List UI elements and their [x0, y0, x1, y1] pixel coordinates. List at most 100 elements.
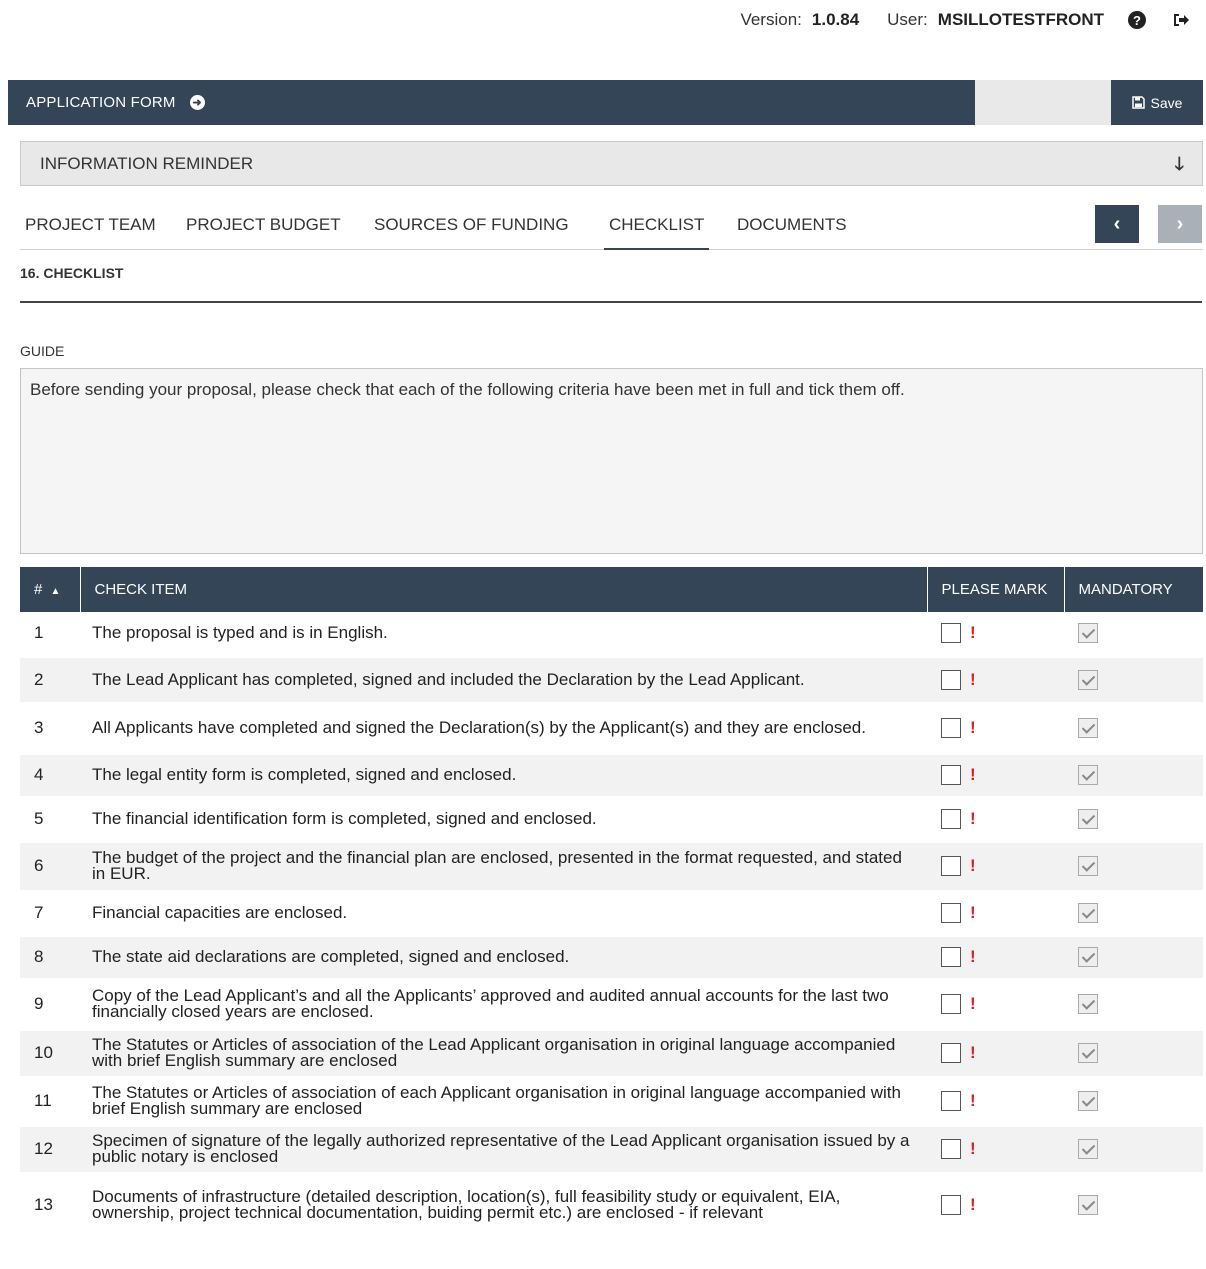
sort-ascending-icon: ▲	[50, 586, 61, 597]
table-row: 1 The proposal is typed and is in English…	[20, 612, 1203, 658]
tab-project-budget[interactable]: PROJECT BUDGET	[181, 205, 346, 248]
check-item-text: The Lead Applicant has completed, signed…	[80, 656, 927, 705]
row-number: 4	[20, 753, 80, 799]
please-mark-checkbox[interactable]	[941, 856, 961, 876]
mandatory-checkbox	[1078, 994, 1098, 1014]
please-mark-checkbox[interactable]	[941, 1043, 961, 1063]
save-label: Save	[1150, 94, 1183, 111]
check-item-text: The legal entity form is completed, sign…	[80, 753, 927, 799]
please-mark-checkbox[interactable]	[941, 765, 961, 785]
mandatory-cell	[1064, 1029, 1203, 1079]
mandatory-cell	[1064, 935, 1203, 981]
mandatory-checkbox	[1078, 1043, 1098, 1063]
please-mark-checkbox[interactable]	[941, 718, 961, 738]
chevron-right-icon[interactable]: ›	[1158, 205, 1202, 243]
help-icon[interactable]: ?	[1126, 9, 1148, 31]
required-indicator-icon: !	[970, 765, 976, 784]
please-mark-checkbox[interactable]	[941, 809, 961, 829]
check-item-text: Copy of the Lead Applicant’s and all the…	[80, 979, 927, 1031]
mandatory-cell	[1064, 841, 1203, 893]
please-mark-cell: !	[927, 797, 1064, 843]
arrow-right-circle-icon: ➜	[189, 95, 205, 110]
check-item-text: All Applicants have completed and signed…	[80, 703, 927, 755]
table-row: 10 The Statutes or Articles of associatio…	[20, 1029, 1203, 1079]
application-form-title: APPLICATION FORM	[26, 94, 176, 111]
row-number: 13	[20, 1173, 80, 1239]
row-number: 12	[20, 1125, 80, 1175]
mandatory-checkbox	[1078, 1139, 1098, 1159]
please-mark-checkbox[interactable]	[941, 623, 961, 644]
please-mark-cell: !	[927, 1173, 1064, 1239]
mandatory-checkbox	[1078, 623, 1098, 644]
table-row: 12 Specimen of signature of the legally a…	[20, 1125, 1203, 1175]
section-title: 16. CHECKLIST	[20, 265, 124, 281]
table-row: 9 Copy of the Lead Applicant’s and all th…	[20, 979, 1203, 1031]
table-row: 3 All Applicants have completed and signe…	[20, 703, 1203, 755]
please-mark-checkbox[interactable]	[941, 1139, 961, 1159]
logout-icon[interactable]	[1170, 9, 1192, 31]
chevron-left-icon[interactable]: ‹	[1095, 205, 1139, 243]
check-item-text: Documents of infrastructure (detailed de…	[80, 1173, 927, 1239]
mandatory-checkbox	[1078, 669, 1098, 690]
check-item-text: The proposal is typed and is in English.	[80, 612, 927, 658]
section-divider	[20, 301, 1202, 303]
please-mark-cell: !	[927, 891, 1064, 937]
application-form-header[interactable]: APPLICATION FORM ➜	[8, 80, 975, 125]
required-indicator-icon: !	[970, 903, 976, 922]
please-mark-checkbox[interactable]	[941, 1091, 961, 1111]
mandatory-checkbox	[1078, 809, 1098, 829]
please-mark-checkbox[interactable]	[941, 947, 961, 967]
tab-project-team[interactable]: PROJECT TEAM	[20, 205, 161, 248]
required-indicator-icon: !	[970, 718, 976, 737]
user-label: User:	[887, 10, 928, 29]
required-indicator-icon: !	[970, 1139, 976, 1158]
required-indicator-icon: !	[970, 1043, 976, 1062]
required-indicator-icon: !	[970, 947, 976, 966]
please-mark-cell: !	[927, 703, 1064, 755]
column-header-check-item[interactable]: CHECK ITEM	[80, 567, 928, 612]
table-row: 7 Financial capacities are enclosed.!	[20, 891, 1203, 937]
tab-bar: PROJECT TEAM PROJECT BUDGET SOURCES OF F…	[20, 205, 1203, 250]
please-mark-checkbox[interactable]	[941, 994, 961, 1014]
row-number: 1	[20, 612, 80, 658]
tab-documents[interactable]: DOCUMENTS	[732, 205, 852, 248]
information-reminder-title: INFORMATION REMINDER	[40, 153, 254, 173]
mandatory-checkbox	[1078, 1195, 1098, 1215]
mandatory-checkbox	[1078, 1091, 1098, 1111]
mandatory-cell	[1064, 797, 1203, 843]
version-value: 1.0.84	[811, 10, 860, 29]
check-item-text: The financial identification form is com…	[80, 797, 927, 843]
required-indicator-icon: !	[970, 809, 976, 828]
guide-text-area: Before sending your proposal, please che…	[20, 368, 1203, 554]
please-mark-cell: !	[927, 979, 1064, 1031]
column-header-please-mark[interactable]: PLEASE MARK	[927, 567, 1065, 612]
mandatory-checkbox	[1078, 765, 1098, 785]
arrow-down-icon[interactable]: 🡓	[1175, 152, 1184, 182]
table-row: 11 The Statutes or Articles of associatio…	[20, 1077, 1203, 1127]
row-number: 5	[20, 797, 80, 843]
row-number: 9	[20, 979, 80, 1031]
please-mark-checkbox[interactable]	[941, 1195, 961, 1215]
column-header-number[interactable]: # ▲	[20, 567, 81, 612]
mandatory-cell	[1064, 891, 1203, 937]
tab-checklist[interactable]: CHECKLIST	[604, 205, 710, 250]
row-number: 8	[20, 935, 80, 981]
mandatory-checkbox	[1078, 718, 1098, 738]
version-label: Version:	[740, 10, 802, 29]
please-mark-checkbox[interactable]	[941, 669, 961, 690]
column-header-mandatory[interactable]: MANDATORY	[1064, 567, 1203, 612]
mandatory-checkbox	[1078, 947, 1098, 967]
save-button[interactable]: Save	[1111, 80, 1203, 125]
tab-sources-of-funding[interactable]: SOURCES OF FUNDING	[369, 205, 574, 248]
check-item-text: The Statutes or Articles of association …	[80, 1077, 927, 1127]
check-item-text: Specimen of signature of the legally aut…	[80, 1125, 927, 1175]
information-reminder-panel[interactable]: INFORMATION REMINDER 🡓	[20, 141, 1203, 186]
floppy-disk-icon	[1131, 96, 1145, 109]
mandatory-checkbox	[1078, 903, 1098, 923]
check-item-text: The budget of the project and the financ…	[80, 841, 927, 893]
please-mark-checkbox[interactable]	[941, 903, 961, 923]
table-row: 6 The budget of the project and the finan…	[20, 841, 1203, 893]
row-number: 3	[20, 703, 80, 755]
required-indicator-icon: !	[970, 1091, 976, 1110]
mandatory-cell	[1064, 703, 1203, 755]
